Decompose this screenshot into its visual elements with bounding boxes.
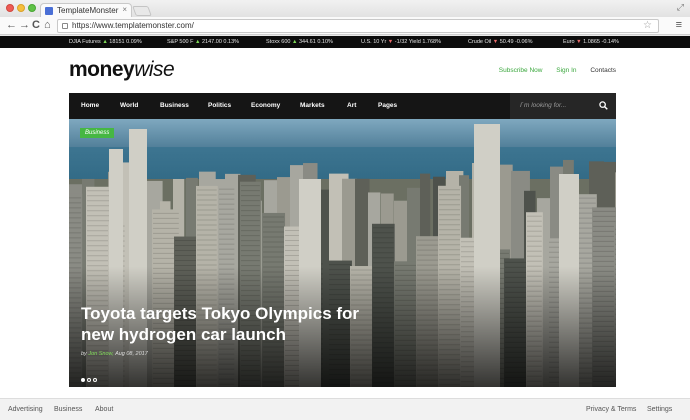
url-text: https://www.templatemonster.com/: [72, 21, 194, 30]
ticker-change: 0.13%: [223, 39, 240, 45]
nav-item-business[interactable]: Business: [160, 102, 189, 109]
close-window-button[interactable]: [6, 4, 14, 12]
footer-bar: Advertising Business About Privacy & Ter…: [0, 398, 690, 420]
zoom-window-button[interactable]: [28, 4, 36, 12]
ticker-change: -0.14%: [601, 39, 619, 45]
ticker-item[interactable]: Crude Oil ▼ 50.49 -0.06%: [468, 39, 532, 45]
byline-prefix: by: [81, 351, 87, 357]
page-icon: [62, 23, 68, 29]
ticker-value: 1.0865: [583, 39, 600, 45]
nav-item-economy[interactable]: Economy: [251, 102, 280, 109]
browser-toolbar: ← → C ⌂ https://www.templatemonster.com/…: [0, 17, 690, 35]
ticker-change: 0.10%: [317, 39, 333, 45]
bookmark-star-icon[interactable]: ☆: [643, 20, 652, 31]
slider-dot-2[interactable]: [87, 378, 91, 382]
browser-tab[interactable]: TemplateMonster ×: [40, 3, 132, 17]
ticker-value: 50.49: [499, 39, 514, 45]
search-placeholder: I`m looking for...: [520, 102, 567, 109]
hero-byline: by Jon Snow, Aug 08, 2017: [81, 351, 148, 357]
reload-icon[interactable]: C: [32, 18, 40, 33]
footer-advertising-link[interactable]: Advertising: [8, 406, 43, 413]
tab-close-icon[interactable]: ×: [122, 5, 127, 14]
arrow-down-icon: ▼: [574, 39, 584, 45]
ticker-value: 18151: [109, 39, 125, 45]
hero-slide[interactable]: Business Toyota targets Tokyo Olympics f…: [69, 119, 616, 387]
footer-privacy-link[interactable]: Privacy & Terms: [586, 406, 636, 413]
search-icon[interactable]: [599, 101, 608, 110]
ticker-change: -0.06%: [515, 39, 533, 45]
nav-item-home[interactable]: Home: [81, 102, 99, 109]
ticker-item[interactable]: S&P 500 F ▲ 2147.00 0.13%: [167, 39, 239, 45]
signin-link[interactable]: Sign In: [556, 67, 576, 74]
page-body: moneywise Subscribe Now Sign In Contacts…: [0, 48, 690, 398]
nav-item-pages[interactable]: Pages: [378, 102, 397, 109]
forward-icon[interactable]: →: [19, 18, 30, 33]
arrow-up-icon: ▲: [193, 39, 202, 45]
ticker-name: Stoxx 600: [266, 39, 291, 45]
market-ticker: DJIA Futures ▲ 18151 0.09% S&P 500 F ▲ 21…: [0, 36, 690, 48]
subscribe-link[interactable]: Subscribe Now: [499, 67, 543, 74]
category-badge[interactable]: Business: [80, 128, 115, 138]
arrow-down-icon: ▼: [491, 39, 500, 45]
back-icon[interactable]: ←: [6, 18, 17, 33]
fullscreen-icon[interactable]: ⤢: [677, 2, 684, 13]
slider-dot-1[interactable]: [81, 378, 85, 382]
arrow-down-icon: ▼: [386, 39, 395, 45]
post-date: Aug 08, 2017: [115, 351, 148, 357]
nav-item-markets[interactable]: Markets: [300, 102, 325, 109]
favicon-icon: [45, 7, 53, 15]
nav-item-world[interactable]: World: [120, 102, 138, 109]
ticker-item[interactable]: U.S. 10 Yr ▼ -1/32 Yield 1.768%: [361, 39, 441, 45]
city-skyline-image: [69, 119, 616, 387]
ticker-value: 2147.00: [202, 39, 222, 45]
ticker-name: S&P 500 F: [167, 39, 194, 45]
slider-dot-3[interactable]: [93, 378, 97, 382]
ticker-name: U.S. 10 Yr: [361, 39, 387, 45]
footer-about-link[interactable]: About: [95, 406, 113, 413]
nav-item-politics[interactable]: Politics: [208, 102, 231, 109]
contacts-link[interactable]: Contacts: [590, 67, 616, 74]
footer-business-link[interactable]: Business: [54, 406, 82, 413]
arrow-up-icon: ▲: [290, 39, 299, 45]
home-icon[interactable]: ⌂: [44, 18, 51, 33]
tab-title: TemplateMonster: [57, 6, 119, 15]
ticker-change: 1.768%: [422, 39, 441, 45]
slider-dots: [81, 369, 99, 387]
new-tab-button[interactable]: [132, 6, 152, 16]
top-links: Subscribe Now Sign In Contacts: [487, 67, 616, 74]
browser-tab-strip: TemplateMonster × ⤢: [0, 0, 690, 17]
ticker-name: Crude Oil: [468, 39, 492, 45]
ticker-item[interactable]: Euro ▼ 1.0865 -0.14%: [563, 39, 619, 45]
hero-headline[interactable]: Toyota targets Tokyo Olympics for new hy…: [81, 303, 381, 345]
ticker-value: -1/32 Yield: [394, 39, 421, 45]
logo-bold: money: [69, 58, 135, 81]
ticker-name: Euro: [563, 39, 575, 45]
ticker-name: DJIA Futures: [69, 39, 101, 45]
logo-italic: wise: [134, 58, 175, 81]
nav-item-art[interactable]: Art: [347, 102, 356, 109]
browser-menu-icon[interactable]: ≡: [676, 19, 682, 31]
footer-settings-link[interactable]: Settings: [647, 406, 672, 413]
ticker-item[interactable]: DJIA Futures ▲ 18151 0.09%: [69, 39, 142, 45]
search-box[interactable]: I`m looking for...: [510, 93, 616, 119]
minimize-window-button[interactable]: [17, 4, 25, 12]
author-link[interactable]: Jon Snow,: [88, 351, 113, 357]
ticker-item[interactable]: Stoxx 600 ▲ 344.61 0.10%: [266, 39, 333, 45]
ticker-value: 344.61: [298, 39, 316, 45]
address-bar[interactable]: https://www.templatemonster.com/ ☆: [57, 19, 659, 33]
site-logo[interactable]: moneywise: [69, 58, 175, 82]
ticker-change: 0.09%: [126, 39, 142, 45]
main-navigation: Home World Business Politics Economy Mar…: [69, 93, 616, 119]
